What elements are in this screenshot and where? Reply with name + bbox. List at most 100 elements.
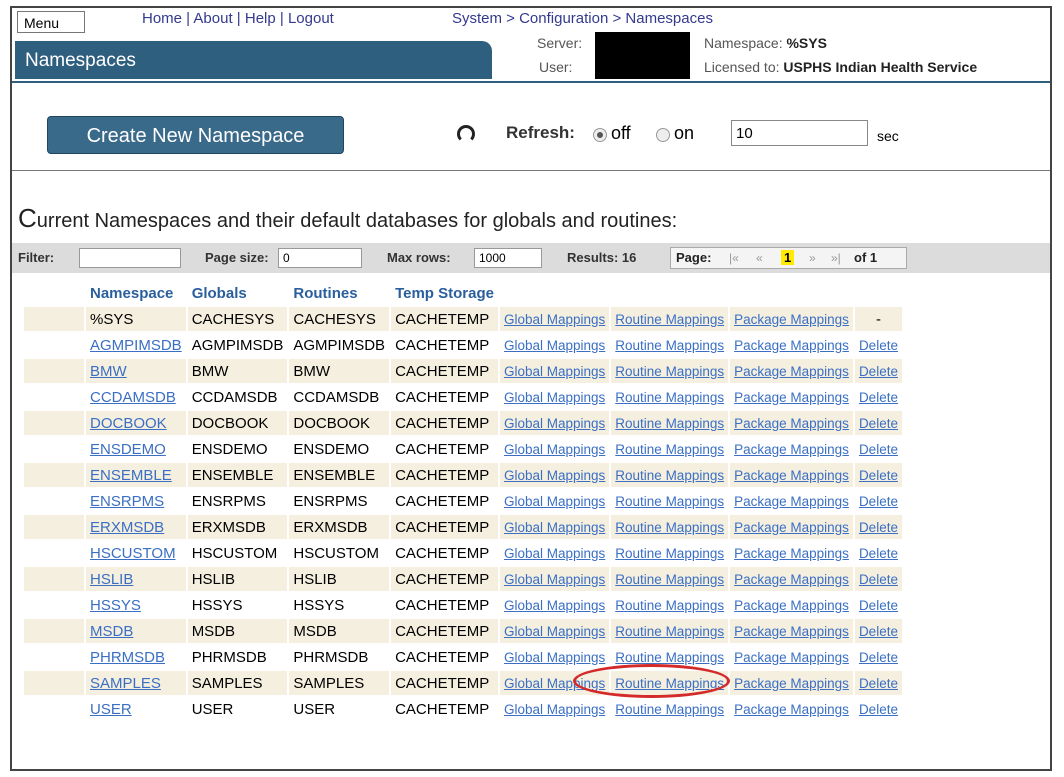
- package-mappings-link[interactable]: Package Mappings: [730, 645, 853, 669]
- delete-link[interactable]: Delete: [854, 359, 902, 383]
- namespace-cell[interactable]: DOCBOOK: [86, 411, 186, 435]
- namespace-cell[interactable]: ENSEMBLE: [86, 463, 186, 487]
- routines-cell: MSDB: [289, 619, 390, 643]
- package-mappings-link[interactable]: Package Mappings: [730, 671, 853, 695]
- delete-link[interactable]: Delete: [854, 385, 902, 409]
- global-mappings-link[interactable]: Global Mappings: [499, 515, 610, 539]
- routine-mappings-link[interactable]: Routine Mappings: [611, 515, 729, 539]
- global-mappings-link[interactable]: Global Mappings: [499, 593, 610, 617]
- namespace-cell[interactable]: MSDB: [86, 619, 186, 643]
- delete-link[interactable]: Delete: [854, 463, 902, 487]
- global-mappings-link[interactable]: Global Mappings: [499, 645, 610, 669]
- namespace-cell[interactable]: USER: [86, 697, 186, 721]
- delete-link[interactable]: Delete: [854, 333, 902, 357]
- package-mappings-link[interactable]: Package Mappings: [730, 515, 853, 539]
- next-page-icon[interactable]: »: [809, 251, 816, 265]
- filter-input[interactable]: [79, 248, 181, 268]
- routine-mappings-link[interactable]: Routine Mappings: [611, 385, 729, 409]
- package-mappings-link[interactable]: Package Mappings: [730, 567, 853, 591]
- global-mappings-link[interactable]: Global Mappings: [499, 567, 610, 591]
- refresh-icon[interactable]: [457, 125, 475, 143]
- routine-mappings-link[interactable]: Routine Mappings: [611, 697, 729, 721]
- delete-link[interactable]: Delete: [854, 411, 902, 435]
- package-mappings-link[interactable]: Package Mappings: [730, 463, 853, 487]
- delete-link[interactable]: Delete: [854, 697, 902, 721]
- delete-link[interactable]: Delete: [854, 541, 902, 565]
- menu-button[interactable]: Menu: [17, 11, 85, 33]
- delete-link[interactable]: Delete: [854, 515, 902, 539]
- package-mappings-link[interactable]: Package Mappings: [730, 359, 853, 383]
- column-header-namespace[interactable]: Namespace: [86, 281, 186, 305]
- namespace-cell[interactable]: ERXMSDB: [86, 515, 186, 539]
- column-header-globals[interactable]: Globals: [187, 281, 288, 305]
- prev-page-icon[interactable]: «: [756, 251, 763, 265]
- routine-mappings-link[interactable]: Routine Mappings: [611, 593, 729, 617]
- namespace-cell[interactable]: HSLIB: [86, 567, 186, 591]
- column-header-routines[interactable]: Routines: [289, 281, 390, 305]
- refresh-off-radio[interactable]: [593, 128, 607, 142]
- global-mappings-link[interactable]: Global Mappings: [499, 541, 610, 565]
- delete-link[interactable]: Delete: [854, 489, 902, 513]
- delete-link[interactable]: Delete: [854, 567, 902, 591]
- refresh-interval-input[interactable]: [731, 120, 868, 146]
- routine-mappings-link[interactable]: Routine Mappings: [611, 489, 729, 513]
- namespace-cell[interactable]: ENSDEMO: [86, 437, 186, 461]
- namespace-cell[interactable]: BMW: [86, 359, 186, 383]
- global-mappings-link[interactable]: Global Mappings: [499, 697, 610, 721]
- highlight-ellipse: [573, 664, 730, 698]
- current-page[interactable]: 1: [781, 250, 795, 265]
- max-rows-input[interactable]: [474, 248, 542, 268]
- logout-link[interactable]: Logout: [288, 10, 334, 27]
- routine-mappings-link[interactable]: Routine Mappings: [611, 307, 729, 331]
- global-mappings-link[interactable]: Global Mappings: [499, 333, 610, 357]
- delete-link[interactable]: Delete: [854, 437, 902, 461]
- delete-link[interactable]: Delete: [854, 619, 902, 643]
- delete-link[interactable]: Delete: [854, 645, 902, 669]
- namespace-cell[interactable]: HSSYS: [86, 593, 186, 617]
- global-mappings-link[interactable]: Global Mappings: [499, 463, 610, 487]
- package-mappings-link[interactable]: Package Mappings: [730, 489, 853, 513]
- routine-mappings-link[interactable]: Routine Mappings: [611, 437, 729, 461]
- global-mappings-link[interactable]: Global Mappings: [499, 411, 610, 435]
- routine-mappings-link[interactable]: Routine Mappings: [611, 567, 729, 591]
- namespace-cell[interactable]: ENSRPMS: [86, 489, 186, 513]
- delete-link[interactable]: Delete: [854, 593, 902, 617]
- home-link[interactable]: Home: [142, 10, 182, 27]
- namespace-cell[interactable]: SAMPLES: [86, 671, 186, 695]
- namespace-cell[interactable]: CCDAMSDB: [86, 385, 186, 409]
- column-header-temp-storage[interactable]: Temp Storage: [391, 281, 498, 305]
- first-page-icon[interactable]: |«: [729, 251, 739, 265]
- delete-link[interactable]: Delete: [854, 671, 902, 695]
- package-mappings-link[interactable]: Package Mappings: [730, 411, 853, 435]
- global-mappings-link[interactable]: Global Mappings: [499, 437, 610, 461]
- routine-mappings-link[interactable]: Routine Mappings: [611, 619, 729, 643]
- routine-mappings-link[interactable]: Routine Mappings: [611, 463, 729, 487]
- about-link[interactable]: About: [193, 10, 232, 27]
- header-divider: [12, 81, 1050, 83]
- global-mappings-link[interactable]: Global Mappings: [499, 385, 610, 409]
- package-mappings-link[interactable]: Package Mappings: [730, 541, 853, 565]
- package-mappings-link[interactable]: Package Mappings: [730, 593, 853, 617]
- help-link[interactable]: Help: [245, 10, 276, 27]
- package-mappings-link[interactable]: Package Mappings: [730, 619, 853, 643]
- package-mappings-link[interactable]: Package Mappings: [730, 697, 853, 721]
- namespace-cell[interactable]: AGMPIMSDB: [86, 333, 186, 357]
- routine-mappings-link[interactable]: Routine Mappings: [611, 411, 729, 435]
- routine-mappings-link[interactable]: Routine Mappings: [611, 333, 729, 357]
- routine-mappings-link[interactable]: Routine Mappings: [611, 359, 729, 383]
- package-mappings-link[interactable]: Package Mappings: [730, 333, 853, 357]
- global-mappings-link[interactable]: Global Mappings: [499, 307, 610, 331]
- global-mappings-link[interactable]: Global Mappings: [499, 489, 610, 513]
- create-namespace-button[interactable]: Create New Namespace: [47, 116, 344, 154]
- last-page-icon[interactable]: »|: [831, 251, 841, 265]
- global-mappings-link[interactable]: Global Mappings: [499, 619, 610, 643]
- routine-mappings-link[interactable]: Routine Mappings: [611, 541, 729, 565]
- package-mappings-link[interactable]: Package Mappings: [730, 437, 853, 461]
- package-mappings-link[interactable]: Package Mappings: [730, 385, 853, 409]
- namespace-cell[interactable]: HSCUSTOM: [86, 541, 186, 565]
- namespace-cell[interactable]: PHRMSDB: [86, 645, 186, 669]
- refresh-on-radio[interactable]: [656, 128, 670, 142]
- page-size-input[interactable]: [278, 248, 362, 268]
- package-mappings-link[interactable]: Package Mappings: [730, 307, 853, 331]
- global-mappings-link[interactable]: Global Mappings: [499, 359, 610, 383]
